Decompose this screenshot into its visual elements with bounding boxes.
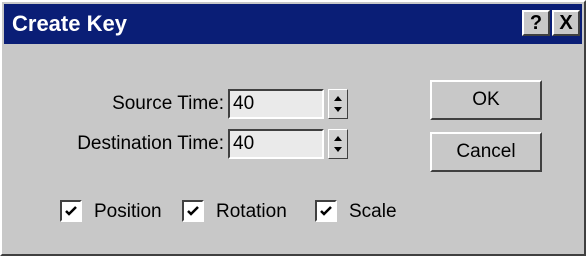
spinner-up-icon [334, 136, 342, 141]
spinner-down-icon [334, 147, 342, 152]
window-title: Create Key [12, 11, 127, 36]
destination-time-input[interactable]: 40 [228, 129, 324, 159]
position-checkbox[interactable] [60, 200, 82, 222]
cancel-button[interactable]: Cancel [430, 132, 542, 172]
source-time-label: Source Time: [112, 93, 224, 114]
close-button[interactable]: X [552, 10, 580, 36]
create-key-dialog: Create Key ? X Source Time: 40 Destinati… [0, 0, 586, 256]
destination-time-spinner[interactable] [328, 129, 348, 159]
spinner-down-icon [334, 107, 342, 112]
ok-button[interactable]: OK [430, 80, 542, 120]
checkmark-icon [65, 206, 77, 216]
help-button[interactable]: ? [522, 10, 550, 36]
rotation-checkbox[interactable] [182, 200, 204, 222]
source-time-spinner[interactable] [328, 89, 348, 119]
spinner-up-icon [334, 96, 342, 101]
scale-label: Scale [349, 201, 397, 222]
position-label: Position [94, 201, 162, 222]
destination-time-label: Destination Time: [77, 133, 224, 154]
checkmark-icon [320, 206, 332, 216]
source-time-input[interactable]: 40 [228, 89, 324, 119]
checkmark-icon [187, 206, 199, 216]
rotation-label: Rotation [216, 201, 287, 222]
title-bar[interactable]: Create Key ? X [4, 4, 582, 44]
scale-checkbox[interactable] [315, 200, 337, 222]
